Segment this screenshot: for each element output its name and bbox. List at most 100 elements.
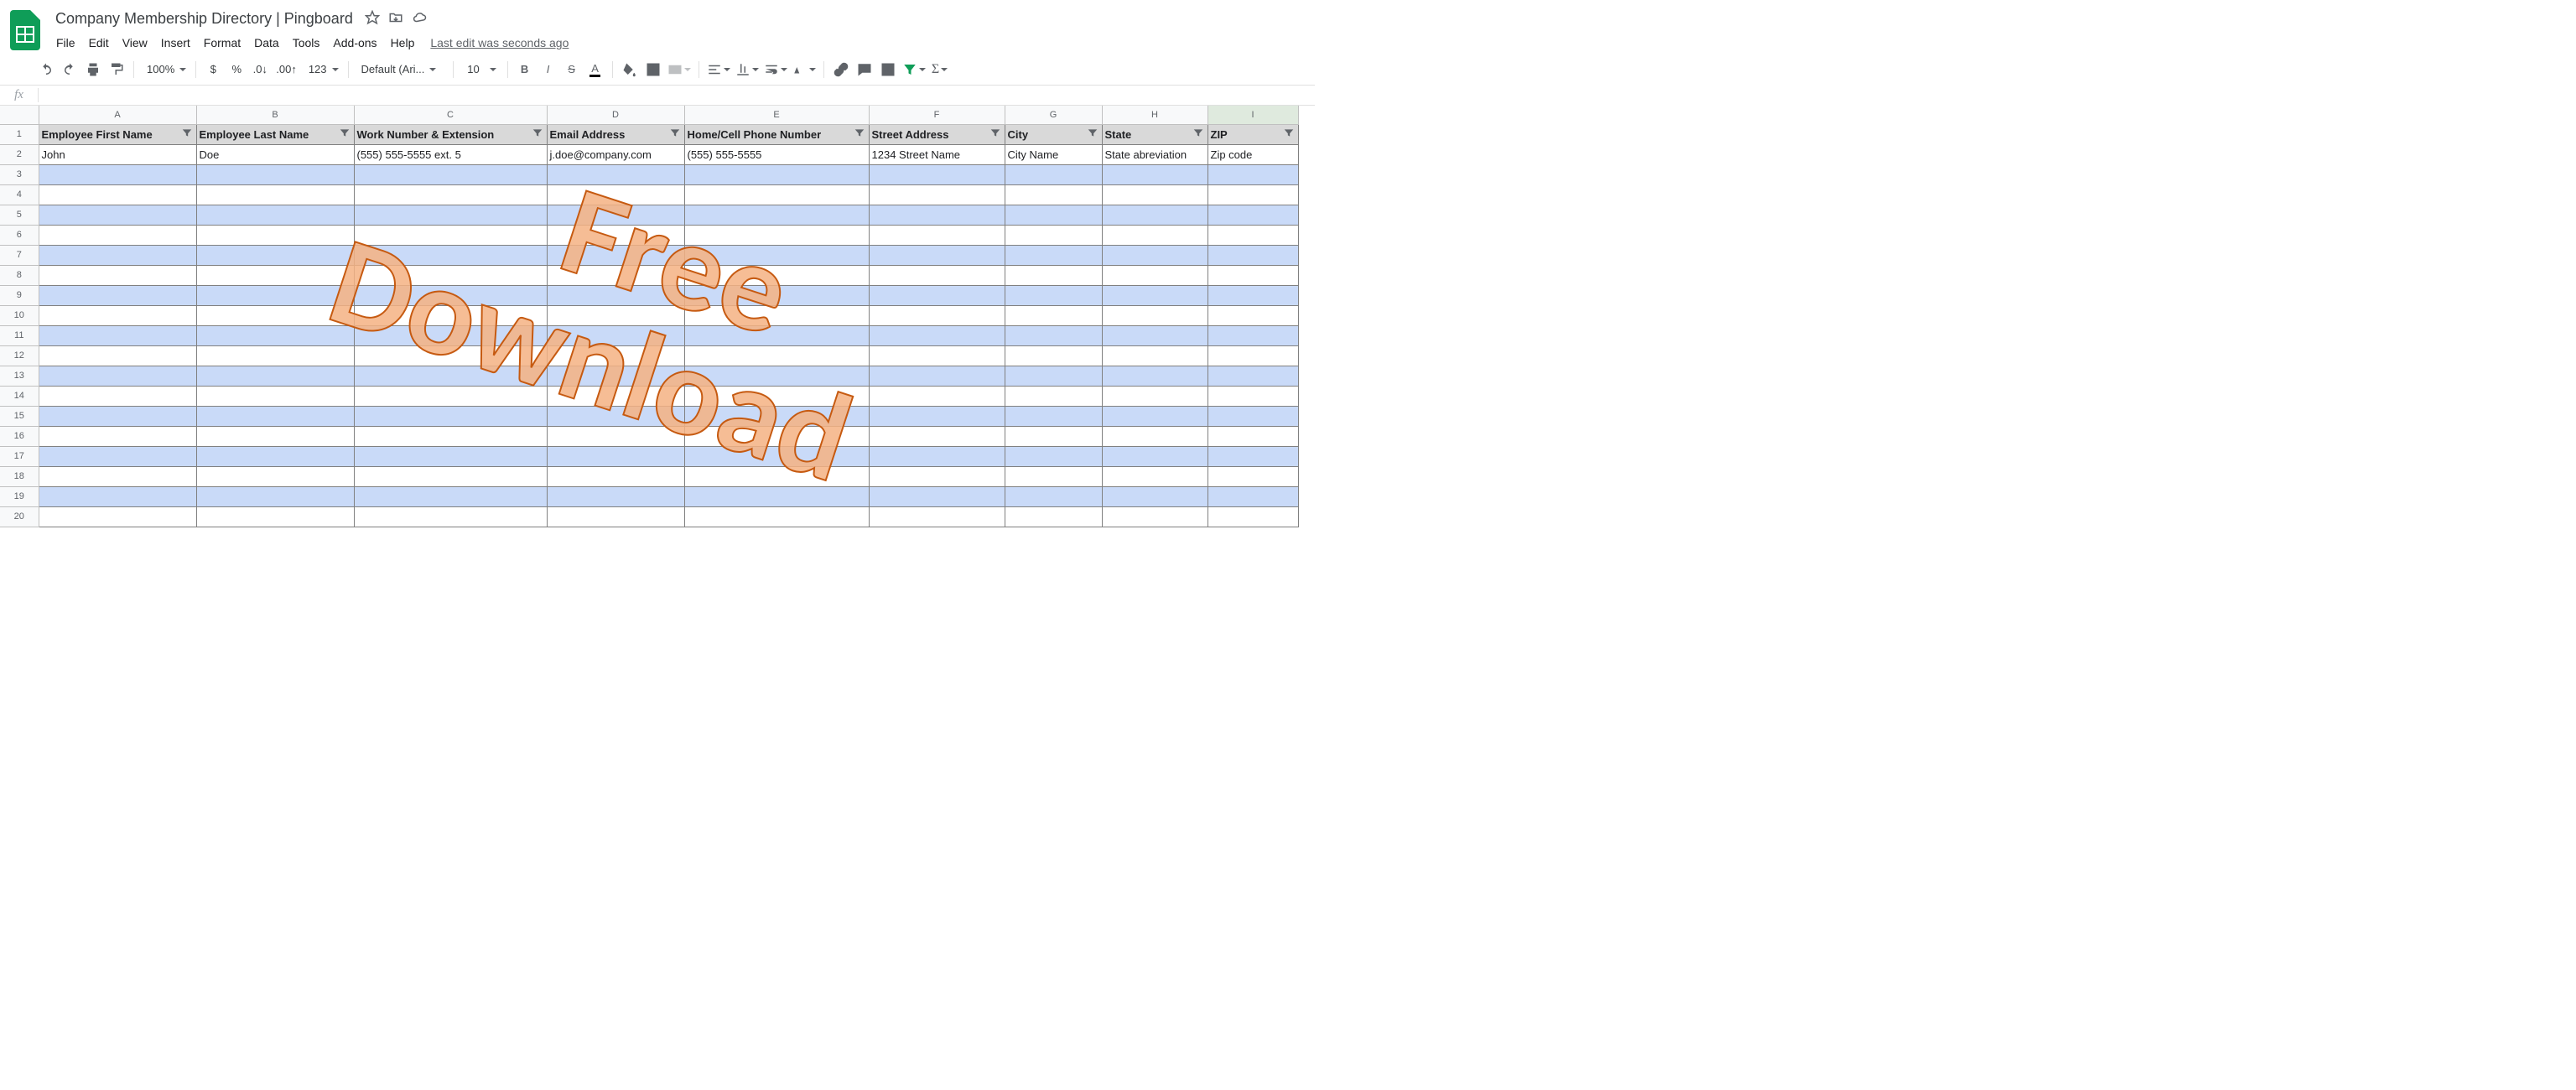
- empty-cell[interactable]: [1005, 386, 1102, 406]
- empty-cell[interactable]: [547, 446, 684, 466]
- text-rotation-button[interactable]: [791, 59, 818, 80]
- empty-cell[interactable]: [1208, 426, 1298, 446]
- header-cell[interactable]: ZIP: [1208, 124, 1298, 144]
- empty-cell[interactable]: [354, 366, 547, 386]
- empty-cell[interactable]: [196, 285, 354, 305]
- empty-cell[interactable]: [869, 506, 1005, 527]
- empty-cell[interactable]: [1102, 406, 1208, 426]
- empty-cell[interactable]: [1208, 164, 1298, 184]
- row-header[interactable]: 17: [0, 446, 39, 466]
- row-header[interactable]: 6: [0, 225, 39, 245]
- empty-cell[interactable]: [869, 446, 1005, 466]
- empty-cell[interactable]: [1208, 366, 1298, 386]
- empty-cell[interactable]: [1208, 285, 1298, 305]
- empty-cell[interactable]: [1005, 466, 1102, 486]
- empty-cell[interactable]: [1208, 466, 1298, 486]
- empty-cell[interactable]: [196, 406, 354, 426]
- empty-cell[interactable]: [1005, 205, 1102, 225]
- empty-cell[interactable]: [1005, 225, 1102, 245]
- filter-icon[interactable]: [989, 127, 1001, 142]
- empty-cell[interactable]: [1208, 446, 1298, 466]
- merge-cells-button[interactable]: [666, 59, 693, 80]
- empty-cell[interactable]: [1208, 245, 1298, 265]
- empty-cell[interactable]: [39, 345, 196, 366]
- menu-edit[interactable]: Edit: [83, 33, 115, 53]
- menu-tools[interactable]: Tools: [287, 33, 326, 53]
- move-icon[interactable]: [388, 10, 403, 28]
- row-header[interactable]: 4: [0, 184, 39, 205]
- empty-cell[interactable]: [1102, 486, 1208, 506]
- header-cell[interactable]: Work Number & Extension: [354, 124, 547, 144]
- header-cell[interactable]: State: [1102, 124, 1208, 144]
- header-cell[interactable]: Employee First Name: [39, 124, 196, 144]
- filter-icon[interactable]: [532, 127, 543, 142]
- empty-cell[interactable]: [684, 245, 869, 265]
- empty-cell[interactable]: [1005, 366, 1102, 386]
- empty-cell[interactable]: [196, 325, 354, 345]
- empty-cell[interactable]: [1208, 506, 1298, 527]
- empty-cell[interactable]: [1005, 426, 1102, 446]
- empty-cell[interactable]: [869, 305, 1005, 325]
- text-color-button[interactable]: A: [584, 59, 606, 80]
- empty-cell[interactable]: [1208, 325, 1298, 345]
- column-header-H[interactable]: H: [1102, 106, 1208, 124]
- format-currency-button[interactable]: $: [202, 59, 224, 80]
- empty-cell[interactable]: [869, 245, 1005, 265]
- empty-cell[interactable]: [684, 285, 869, 305]
- insert-link-button[interactable]: [830, 59, 852, 80]
- empty-cell[interactable]: [1102, 345, 1208, 366]
- empty-cell[interactable]: [869, 225, 1005, 245]
- spreadsheet-grid[interactable]: ABCDEFGHI1Employee First NameEmployee La…: [0, 106, 1315, 527]
- empty-cell[interactable]: [869, 466, 1005, 486]
- empty-cell[interactable]: [547, 305, 684, 325]
- bold-button[interactable]: B: [514, 59, 536, 80]
- empty-cell[interactable]: [196, 305, 354, 325]
- empty-cell[interactable]: [684, 466, 869, 486]
- empty-cell[interactable]: [684, 426, 869, 446]
- empty-cell[interactable]: [354, 506, 547, 527]
- column-header-A[interactable]: A: [39, 106, 196, 124]
- empty-cell[interactable]: [869, 366, 1005, 386]
- empty-cell[interactable]: [1005, 406, 1102, 426]
- empty-cell[interactable]: [1102, 164, 1208, 184]
- empty-cell[interactable]: [39, 205, 196, 225]
- empty-cell[interactable]: [39, 245, 196, 265]
- empty-cell[interactable]: [684, 164, 869, 184]
- empty-cell[interactable]: [196, 265, 354, 285]
- empty-cell[interactable]: [1102, 386, 1208, 406]
- row-header[interactable]: 2: [0, 144, 39, 164]
- insert-comment-button[interactable]: [854, 59, 875, 80]
- empty-cell[interactable]: [39, 386, 196, 406]
- empty-cell[interactable]: [1102, 366, 1208, 386]
- filter-icon[interactable]: [339, 127, 351, 142]
- empty-cell[interactable]: [354, 406, 547, 426]
- menu-view[interactable]: View: [117, 33, 153, 53]
- empty-cell[interactable]: [547, 164, 684, 184]
- filter-button[interactable]: [901, 59, 927, 80]
- empty-cell[interactable]: [1102, 325, 1208, 345]
- empty-cell[interactable]: [1102, 466, 1208, 486]
- empty-cell[interactable]: [684, 366, 869, 386]
- column-header-F[interactable]: F: [869, 106, 1005, 124]
- empty-cell[interactable]: [196, 164, 354, 184]
- redo-button[interactable]: [59, 59, 80, 80]
- empty-cell[interactable]: [1005, 164, 1102, 184]
- data-cell[interactable]: State abreviation: [1102, 144, 1208, 164]
- empty-cell[interactable]: [547, 466, 684, 486]
- doc-title[interactable]: Company Membership Directory | Pingboard: [50, 8, 358, 29]
- empty-cell[interactable]: [1208, 205, 1298, 225]
- empty-cell[interactable]: [39, 184, 196, 205]
- empty-cell[interactable]: [547, 406, 684, 426]
- empty-cell[interactable]: [547, 386, 684, 406]
- empty-cell[interactable]: [196, 184, 354, 205]
- empty-cell[interactable]: [869, 184, 1005, 205]
- data-cell[interactable]: John: [39, 144, 196, 164]
- empty-cell[interactable]: [547, 325, 684, 345]
- empty-cell[interactable]: [547, 265, 684, 285]
- empty-cell[interactable]: [196, 486, 354, 506]
- empty-cell[interactable]: [547, 205, 684, 225]
- formula-input[interactable]: [39, 86, 1315, 105]
- empty-cell[interactable]: [196, 386, 354, 406]
- empty-cell[interactable]: [354, 325, 547, 345]
- data-cell[interactable]: City Name: [1005, 144, 1102, 164]
